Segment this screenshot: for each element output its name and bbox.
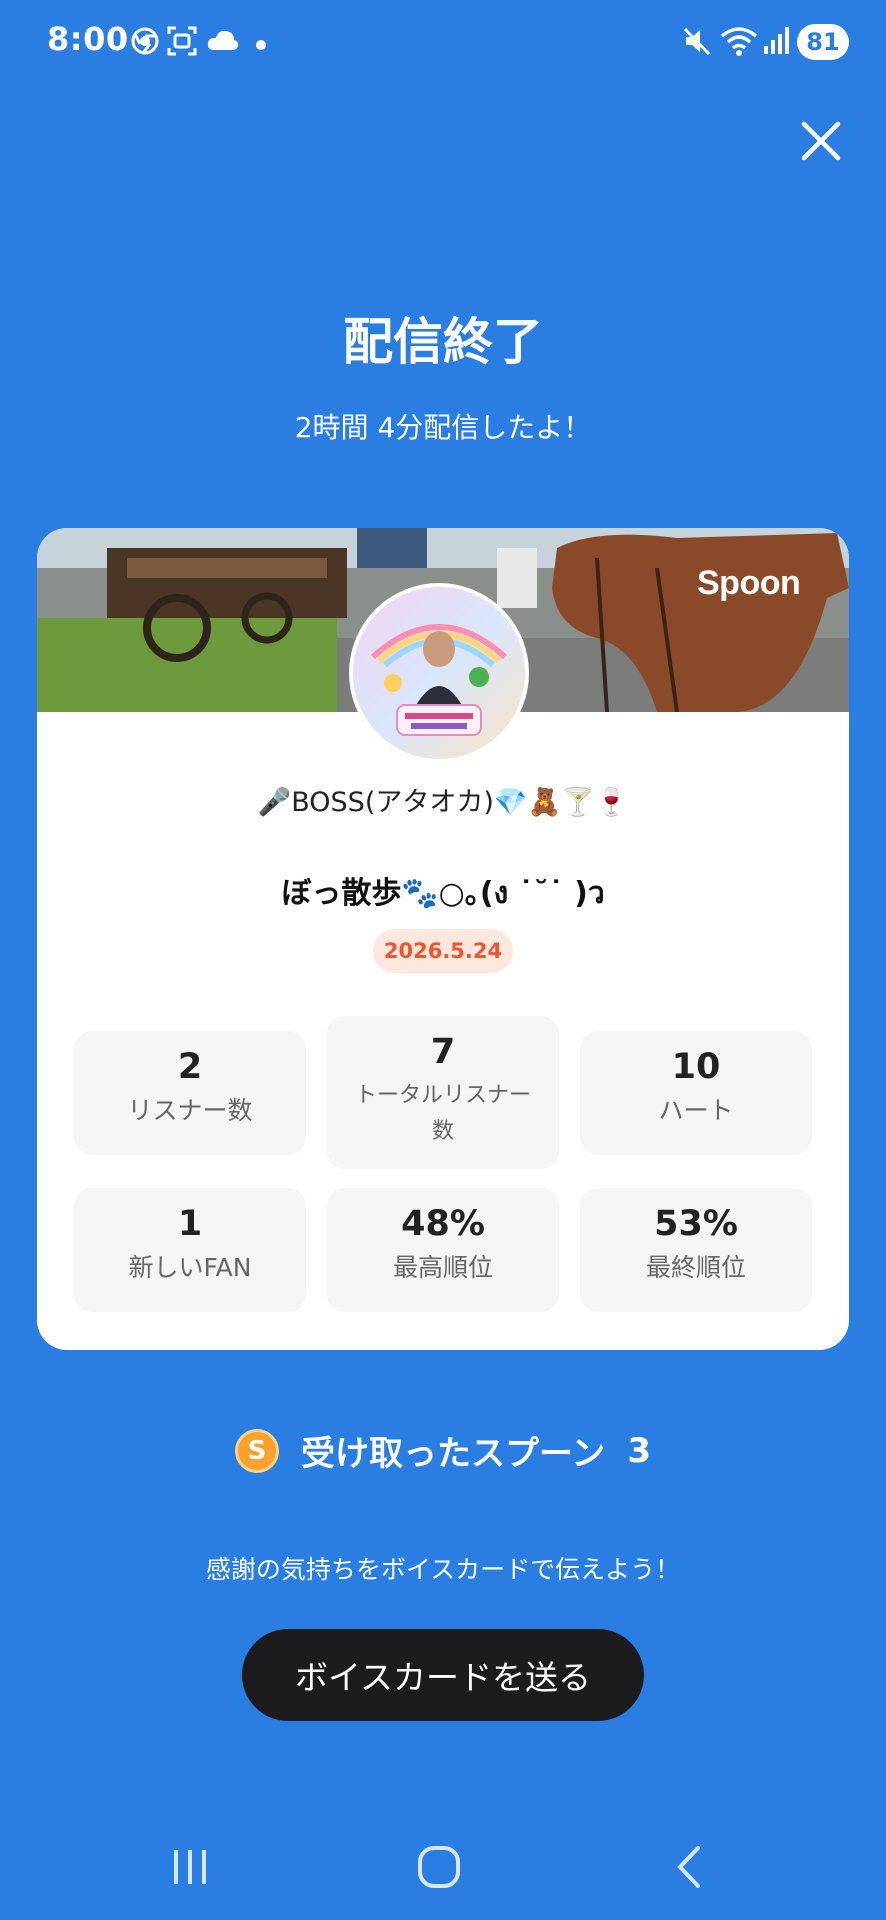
- wifi-icon: [720, 24, 758, 62]
- mute-icon: [682, 24, 712, 62]
- stat-value: 1: [177, 1204, 203, 1244]
- close-icon: [801, 121, 841, 161]
- status-time: 8:00: [47, 20, 129, 58]
- stat-label: ハート: [658, 1096, 734, 1125]
- home-icon: [418, 1846, 460, 1888]
- stat-label: トータルリスナー数: [354, 1083, 531, 1144]
- dot-icon: [255, 36, 267, 55]
- stat-value: 53%: [654, 1204, 738, 1244]
- back-button[interactable]: [670, 1842, 706, 1896]
- signal-icon: [762, 24, 790, 62]
- stat-final-rank: 53% 最終順位: [580, 1188, 812, 1312]
- stat-value: 7: [430, 1032, 456, 1072]
- stat-label: リスナー数: [127, 1096, 253, 1125]
- stat-label: 最高順位: [392, 1253, 493, 1282]
- send-voice-card-button[interactable]: ボイスカードを送る: [242, 1629, 644, 1721]
- recent-apps-icon: [174, 1850, 206, 1884]
- screenshot-icon: [166, 24, 198, 62]
- thanks-message: 感謝の気持ちをボイスカードで伝えよう！: [205, 1555, 681, 1584]
- dj-name: 🎤BOSS(アタオカ)💎🧸🍸🍷: [257, 787, 629, 818]
- stat-label: 新しいFAN: [128, 1253, 252, 1282]
- chrome-icon: [130, 24, 160, 62]
- stat-highest-rank: 48% 最高順位: [327, 1188, 559, 1312]
- back-icon: [677, 1846, 700, 1888]
- page-title: 配信終了: [343, 313, 543, 371]
- recent-apps-button[interactable]: [170, 1842, 210, 1896]
- date-badge: 2026.5.24: [373, 929, 513, 973]
- status-bar: 8:00 81: [0, 0, 886, 84]
- stat-value: 48%: [401, 1204, 485, 1244]
- stat-new-fans: 1 新しいFAN: [74, 1188, 306, 1312]
- stat-hearts: 10 ハート: [580, 1031, 812, 1155]
- cloud-icon: [206, 24, 240, 62]
- spoon-coin-icon: S: [235, 1428, 279, 1473]
- stat-value: 2: [177, 1047, 203, 1087]
- stat-total-listeners: 7 トータルリスナー数: [327, 1016, 559, 1169]
- stat-listeners: 2 リスナー数: [74, 1031, 306, 1155]
- broadcast-result-card: Spoon 🎤BOSS(アタオカ)💎🧸🍸🍷 ぼっ散歩🐾○｡(ง ˙˘˙ )ว 2…: [37, 528, 849, 1350]
- stat-value: 10: [671, 1047, 721, 1087]
- stat-label: 最終順位: [645, 1253, 746, 1282]
- battery-indicator: 81: [797, 24, 849, 60]
- spoons-count: 3: [627, 1430, 651, 1471]
- broadcast-duration: 2時間 4分配信したよ！: [294, 411, 592, 444]
- close-button[interactable]: [792, 112, 850, 170]
- home-button[interactable]: [416, 1842, 462, 1896]
- avatar: [349, 583, 529, 763]
- spoons-received: S 受け取ったスプーン 3: [0, 1426, 886, 1475]
- spoons-label: 受け取ったスプーン: [301, 1434, 606, 1474]
- live-title: ぼっ散歩🐾○｡(ง ˙˘˙ )ว: [281, 876, 605, 911]
- spoon-logo: Spoon: [697, 564, 801, 602]
